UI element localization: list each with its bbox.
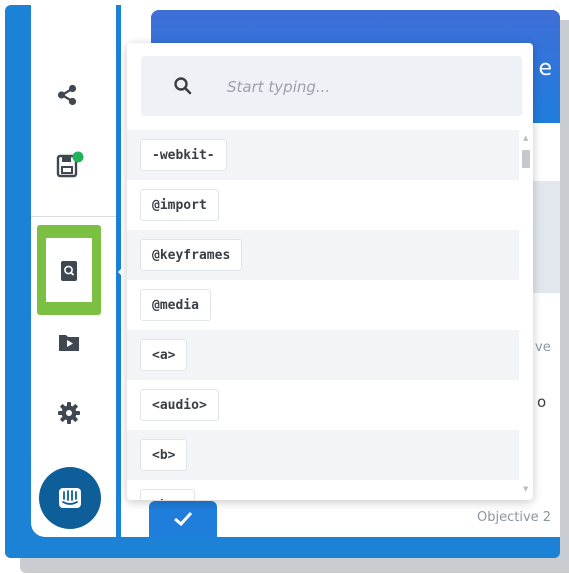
list-item-label: @import (140, 189, 219, 221)
list-item-label: @media (140, 289, 211, 321)
list-item[interactable]: @media (127, 280, 519, 330)
media-folder-icon (59, 335, 79, 351)
save-button[interactable] (49, 145, 89, 185)
list-item[interactable]: @keyframes (127, 230, 519, 280)
reference-book-button[interactable] (55, 257, 83, 285)
list-item[interactable]: <br> (127, 480, 519, 500)
reference-list: -webkit- @import @keyframes @media <a> <… (127, 130, 519, 500)
gear-icon (58, 402, 80, 424)
list-item-label: -webkit- (140, 139, 227, 171)
list-item[interactable]: <a> (127, 330, 519, 380)
bottom-bar (5, 537, 560, 558)
list-item-label: <a> (140, 339, 188, 371)
reference-book-icon (61, 261, 77, 281)
scrollbar[interactable]: ▲ ▼ (519, 130, 533, 500)
objective-label: Objective 2 (477, 510, 552, 525)
objective-text-fragment: ve (535, 340, 551, 355)
list-item[interactable]: <audio> (127, 380, 519, 430)
list-item-label: <b> (140, 439, 188, 471)
save-icon (56, 151, 84, 178)
share-button[interactable] (51, 77, 83, 113)
checkmark-icon (174, 511, 193, 527)
search-input[interactable] (225, 72, 509, 102)
list-item-label: @keyframes (140, 239, 243, 271)
save-status-dot (72, 151, 84, 163)
list-item[interactable]: -webkit- (127, 130, 519, 180)
share-icon (57, 84, 77, 106)
list-item[interactable]: @import (127, 180, 519, 230)
intercom-chat-icon (59, 488, 81, 508)
list-item[interactable]: <b> (127, 430, 519, 480)
settings-button[interactable] (51, 395, 87, 431)
search-icon (173, 76, 193, 96)
list-item-label: <br> (140, 489, 196, 500)
list-item-label: <audio> (140, 389, 219, 421)
reference-dropdown: -webkit- @import @keyframes @media <a> <… (127, 43, 533, 500)
scroll-down-arrow-icon[interactable]: ▼ (523, 485, 528, 493)
scroll-up-arrow-icon[interactable]: ▲ (523, 134, 528, 142)
header-title-fragment: e (538, 56, 552, 81)
media-button[interactable] (53, 327, 85, 357)
complete-tab[interactable] (149, 501, 217, 537)
search-box (141, 56, 522, 116)
scroll-thumb[interactable] (522, 150, 530, 168)
sidebar-divider (31, 216, 116, 217)
chat-button[interactable] (39, 467, 101, 529)
objective-value-fragment: o (537, 393, 547, 411)
